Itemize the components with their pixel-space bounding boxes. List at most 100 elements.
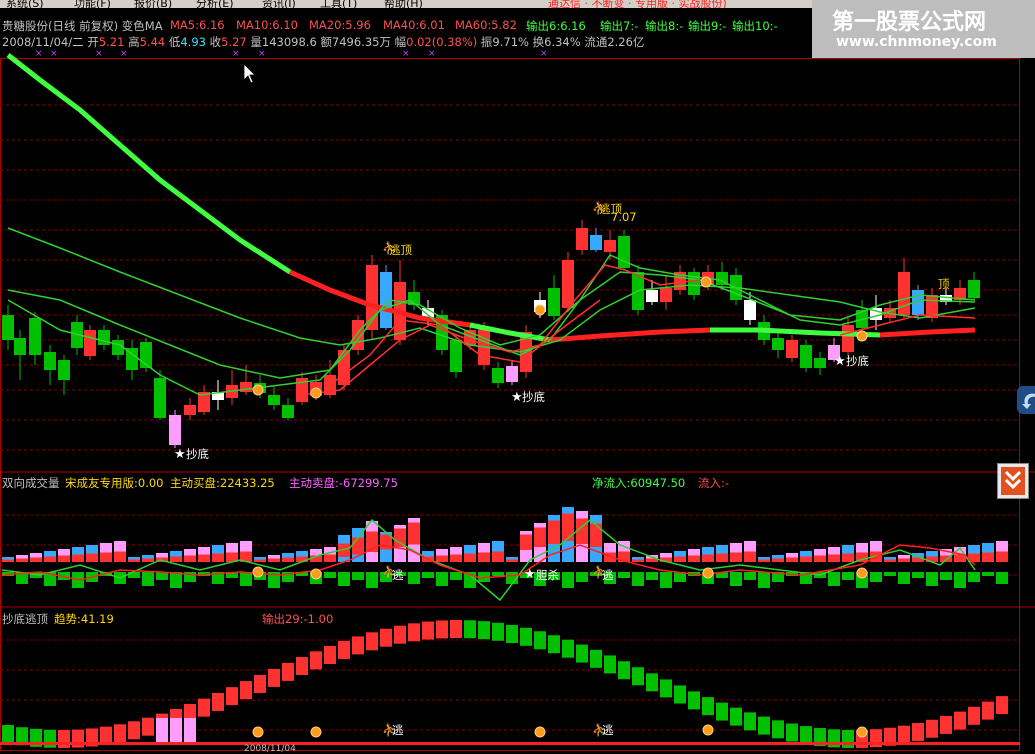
candle-body bbox=[268, 395, 280, 405]
sell-volume-bar bbox=[744, 572, 756, 580]
sell-volume-bar bbox=[408, 572, 420, 584]
oscillator-bar bbox=[590, 649, 602, 668]
candle-body bbox=[44, 352, 56, 370]
net-volume-bar bbox=[30, 557, 42, 562]
sell-volume-bar bbox=[982, 572, 994, 576]
oscillator-bar bbox=[716, 702, 728, 721]
oscillator-bar bbox=[730, 707, 742, 726]
candle-body bbox=[184, 405, 196, 415]
net-inflow-value: 净流入:60947.50 bbox=[592, 476, 686, 490]
oscillator-bar bbox=[660, 679, 672, 698]
oscillator-bar bbox=[632, 667, 644, 686]
oscillator-bar bbox=[520, 627, 532, 646]
oscillator-bar bbox=[772, 720, 784, 739]
sell-volume-bar bbox=[842, 572, 854, 580]
oscillator-bar bbox=[534, 631, 546, 650]
volume-panel-v1: 宋成友专用版:0.00 bbox=[65, 476, 164, 490]
net-volume-bar bbox=[828, 554, 840, 562]
oscillator-bar bbox=[688, 691, 700, 710]
oscillator-bar bbox=[926, 719, 938, 738]
active-buy-value: 主动买盘:22433.25 bbox=[170, 476, 275, 490]
candle-body bbox=[29, 318, 41, 355]
oscillator-bar bbox=[758, 716, 770, 735]
candle-body bbox=[660, 288, 672, 302]
escape-label-4: 逃 bbox=[602, 723, 614, 737]
sell-volume-bar bbox=[366, 572, 378, 588]
oscillator-bar bbox=[576, 644, 588, 663]
escape-label-2: 逃 bbox=[602, 568, 614, 582]
net-volume-bar bbox=[772, 558, 784, 562]
stock-chart-canvas[interactable]: × × × × × × × × × ★★★★⛹⛹⛹ ⛹⛹ ⛹ bbox=[0, 0, 1035, 752]
top-signal-label-1: 逃顶 bbox=[389, 243, 412, 257]
moving-average-lines bbox=[6, 53, 976, 396]
net-volume-bar bbox=[744, 551, 756, 562]
sell-volume-bar bbox=[492, 572, 504, 576]
signal-markers: ★★★★⛹⛹⛹ ⛹⛹ ⛹ bbox=[174, 200, 868, 738]
oscillator-bar bbox=[548, 635, 560, 654]
oscillator-bar bbox=[240, 681, 252, 700]
gold-ball-marker bbox=[252, 566, 264, 578]
net-volume-bar bbox=[688, 555, 700, 562]
oscillator-bar bbox=[366, 632, 378, 651]
oscillator-bars bbox=[0, 620, 1020, 748]
net-volume-bar bbox=[2, 559, 14, 562]
trend-value: 趋势:41.19 bbox=[54, 612, 114, 626]
ma-green-3 bbox=[7, 254, 976, 396]
side-nav-button[interactable] bbox=[1017, 386, 1035, 414]
sell-volume-bar bbox=[436, 572, 448, 586]
net-volume-bar bbox=[842, 553, 854, 562]
oscillator-bar bbox=[142, 717, 154, 736]
sell-volume-bar bbox=[618, 572, 630, 578]
sell-volume-bar bbox=[996, 572, 1008, 584]
net-volume-bar bbox=[282, 557, 294, 562]
candle-body bbox=[576, 228, 588, 250]
scroll-down-button[interactable] bbox=[997, 463, 1029, 499]
sell-volume-bar bbox=[954, 572, 966, 588]
net-volume-bar bbox=[954, 554, 966, 562]
inflow-value: 流入:- bbox=[698, 476, 730, 490]
ma-long-red-2 bbox=[549, 327, 711, 343]
sell-volume-bar bbox=[884, 572, 896, 576]
oscillator-bar bbox=[58, 729, 70, 748]
sell-volume-bar bbox=[898, 572, 910, 584]
oscillator-bar bbox=[198, 698, 210, 717]
oscillator-bar bbox=[996, 696, 1008, 715]
net-volume-bar bbox=[86, 553, 98, 562]
net-volume-bar bbox=[268, 558, 280, 562]
bottom-date-label: 2008/11/04 bbox=[244, 744, 296, 754]
oscillator-bar bbox=[226, 687, 238, 706]
net-volume-bar bbox=[506, 559, 518, 562]
candle-body bbox=[968, 280, 980, 298]
candle-body bbox=[590, 235, 602, 250]
oscillator-bar bbox=[310, 651, 322, 670]
sell-volume-bar bbox=[142, 572, 154, 586]
candle-body bbox=[814, 358, 826, 368]
sell-volume-bar bbox=[870, 572, 882, 582]
oscillator-bar bbox=[352, 636, 364, 655]
candle-body bbox=[492, 368, 504, 383]
escape-label-1: 逃 bbox=[392, 568, 404, 582]
gold-ball-marker bbox=[702, 567, 714, 579]
oscillator-bar bbox=[618, 661, 630, 680]
net-volume-bar bbox=[884, 559, 896, 562]
gold-ball-marker bbox=[856, 726, 868, 738]
x-marker: × bbox=[120, 49, 128, 59]
gold-ball-marker bbox=[310, 568, 322, 580]
oscillator-bar bbox=[702, 697, 714, 716]
gold-ball-marker bbox=[856, 330, 868, 342]
sell-volume-bar bbox=[660, 572, 672, 588]
sell-volume-bar bbox=[940, 572, 952, 580]
candle-body bbox=[548, 288, 560, 316]
candle-body bbox=[562, 260, 574, 308]
star-icon: ★ bbox=[174, 447, 186, 462]
net-volume-bar bbox=[758, 559, 770, 562]
net-volume-bar bbox=[702, 554, 714, 562]
oscillator-low-bar bbox=[156, 718, 168, 742]
active-sell-value: 主动卖盘:-67299.75 bbox=[289, 476, 398, 490]
net-volume-bar bbox=[674, 556, 686, 562]
x-marker: × bbox=[50, 49, 58, 59]
gold-ball-marker bbox=[702, 724, 714, 736]
sell-volume-bar bbox=[240, 572, 252, 586]
candle-body bbox=[506, 366, 518, 382]
sell-volume-bar bbox=[828, 572, 840, 586]
